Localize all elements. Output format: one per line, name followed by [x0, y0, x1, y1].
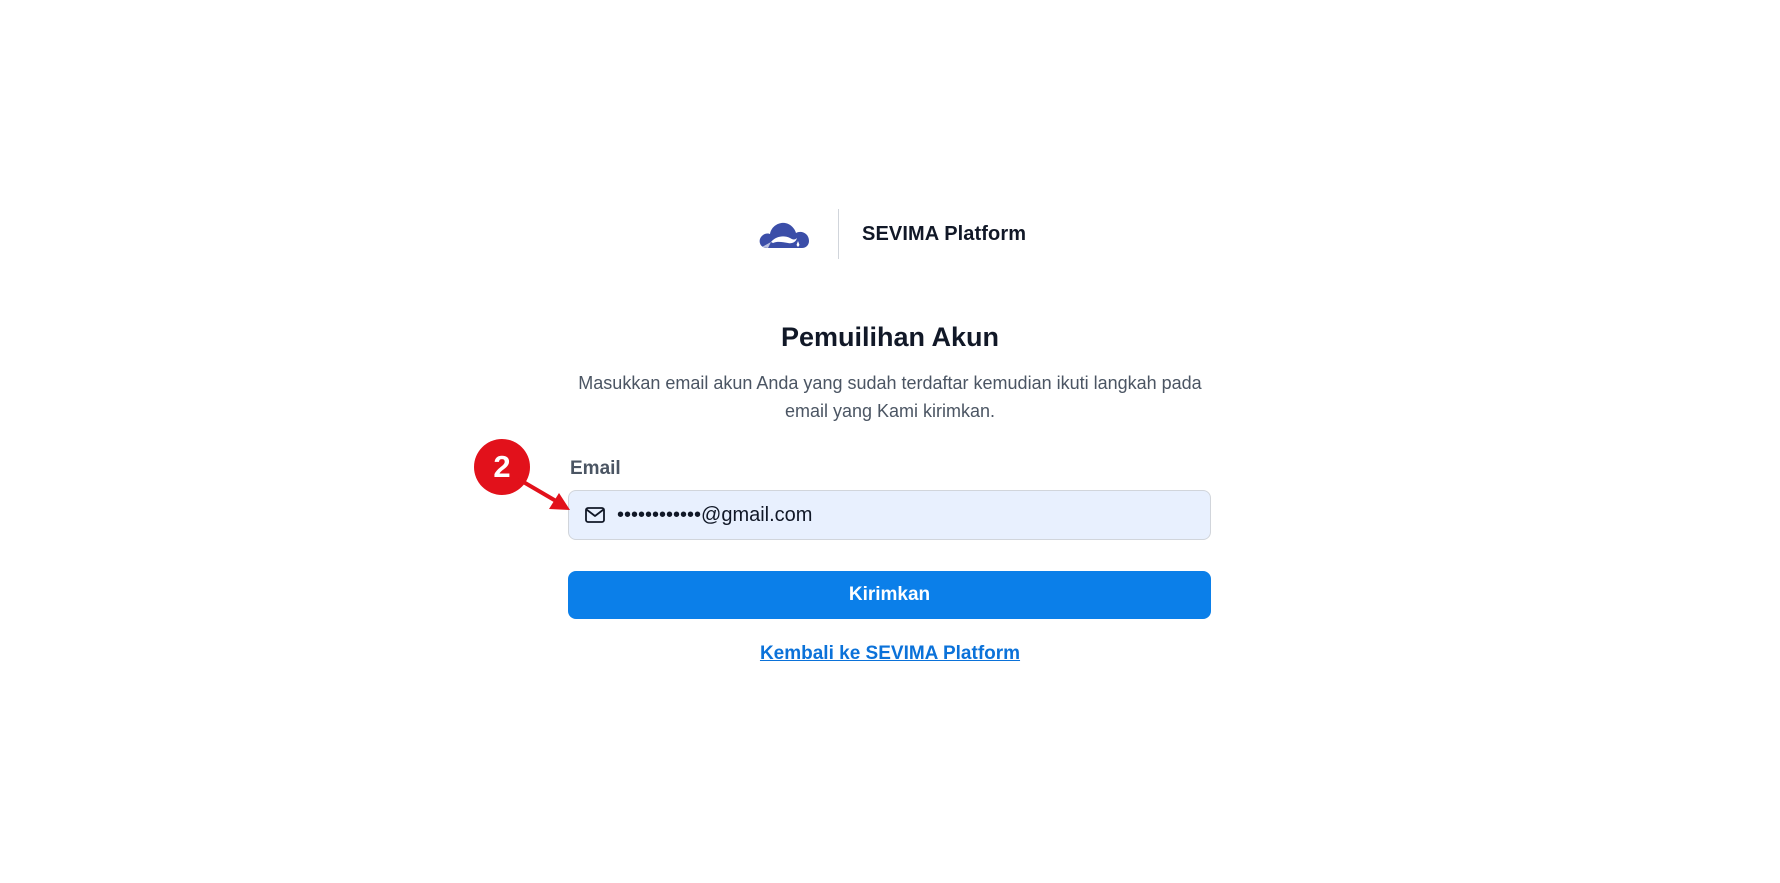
brand-name: SEVIMA Platform [862, 222, 1027, 245]
email-label: Email [570, 458, 621, 479]
brand-header: SEVIMA Platform [757, 209, 1026, 259]
back-link-container: Kembali ke SEVIMA Platform [0, 643, 1780, 665]
cloud-logo-icon [759, 222, 809, 248]
mail-icon [585, 507, 605, 523]
back-to-platform-link[interactable]: Kembali ke SEVIMA Platform [760, 643, 1020, 664]
email-field-container[interactable] [568, 490, 1211, 540]
submit-button[interactable]: Kirimkan [568, 571, 1211, 619]
page-subtitle: Masukkan email akun Anda yang sudah terd… [578, 373, 1202, 421]
page-title: Pemuilihan Akun [780, 322, 1000, 352]
email-input[interactable] [617, 500, 1210, 530]
annotation-arrow-icon [518, 478, 570, 510]
brand-divider [838, 209, 839, 259]
